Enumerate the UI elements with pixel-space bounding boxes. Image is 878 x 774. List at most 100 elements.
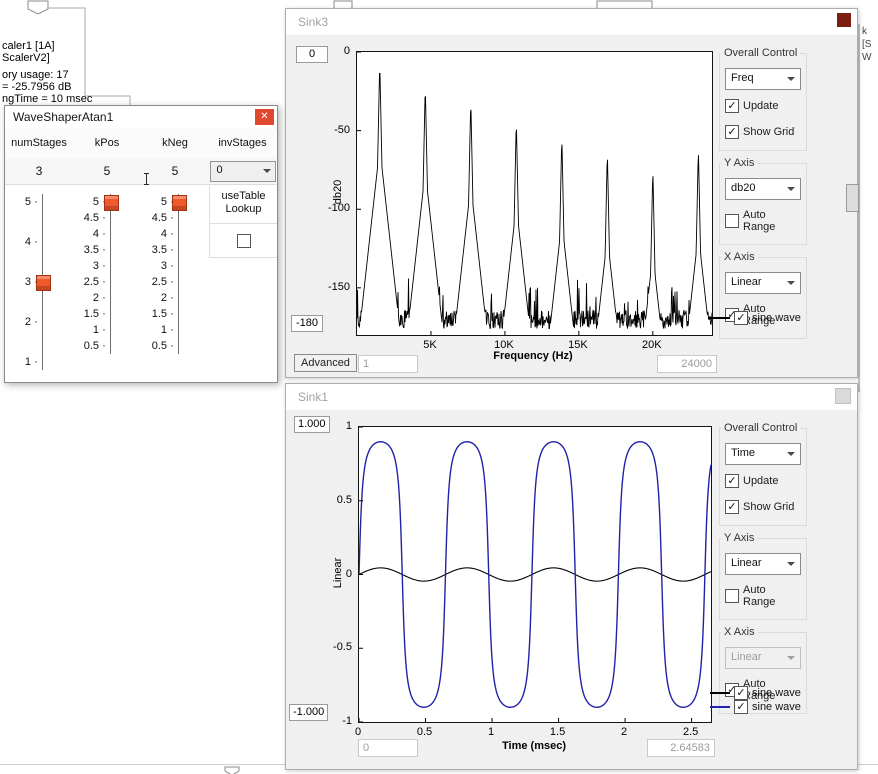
sink1-plot-area [358, 426, 712, 723]
x-tick-label: 10K [486, 339, 522, 351]
slider-tick-label: 0.5 [73, 340, 99, 352]
y-scale-dropdown[interactable]: db20 [725, 178, 801, 200]
annotation-line: ngTime = 10 msec [2, 93, 152, 105]
slider-tick-label: 2.5 [141, 276, 167, 288]
x-scale-dropdown[interactable]: Linear [725, 647, 801, 669]
annotation-line: = -25.7956 dB [2, 81, 152, 93]
x-scale-value: Linear [731, 651, 762, 663]
x-tick-label: 0 [340, 726, 376, 738]
y-auto-range-checkbox[interactable] [725, 589, 739, 603]
slider-track[interactable] [178, 194, 179, 354]
use-table-checkbox[interactable] [237, 234, 251, 248]
numstages-value-field[interactable]: 3 [5, 158, 74, 185]
show-grid-checkbox[interactable]: ✓ [725, 125, 739, 139]
slider-tick-dot: · [34, 355, 38, 367]
slider-tick-label: 3 [5, 276, 31, 288]
sink1-window-title: Sink1 [298, 390, 328, 404]
waveshaper-titlebar[interactable]: WaveShaperAtan1 ✕ [5, 106, 277, 129]
x-max-field[interactable]: 24000 [657, 355, 717, 373]
y-tick-label: -150 [318, 281, 350, 293]
kneg-value-field[interactable]: 5 [141, 158, 210, 185]
slider-tick-label: 2 [5, 316, 31, 328]
slider-tick-dot: · [102, 243, 106, 255]
y-auto-range-checkbox[interactable] [725, 214, 739, 228]
slider-track[interactable] [110, 194, 111, 354]
close-button[interactable] [835, 388, 851, 404]
slider-thumb-numStages[interactable] [36, 275, 51, 291]
legend-line-sample [710, 317, 730, 319]
show-grid-row[interactable]: ✓ Show Grid [725, 500, 801, 514]
show-grid-row[interactable]: ✓ Show Grid [725, 125, 801, 139]
slider-tick-label: 2.5 [73, 276, 99, 288]
x-tick-label: 0.5 [407, 726, 443, 738]
y-tick-label: 1 [320, 420, 352, 432]
legend-item: ✓ sine wave [710, 686, 801, 700]
slider-tick-dot: · [102, 339, 106, 351]
y-axis-group: Y Axis db20 Auto Range [719, 163, 807, 245]
update-row[interactable]: ✓ Update [725, 99, 801, 113]
domain-dropdown[interactable]: Time [725, 443, 801, 465]
update-row[interactable]: ✓ Update [725, 474, 801, 488]
update-checkbox[interactable]: ✓ [725, 474, 739, 488]
y-auto-range-row[interactable]: Auto Range [725, 209, 801, 233]
waveshaper-title: WaveShaperAtan1 [13, 110, 113, 124]
domain-dropdown[interactable]: Freq [725, 68, 801, 90]
use-table-cell [210, 224, 277, 258]
column-header-numstages: numStages [5, 128, 74, 159]
slider-tick-label: 4.5 [141, 212, 167, 224]
y-auto-range-row[interactable]: Auto Range [725, 584, 801, 608]
x-min-field[interactable]: 1 [358, 355, 418, 373]
y-min-field[interactable]: -180 [291, 315, 323, 332]
close-button[interactable] [837, 13, 851, 27]
x-tick-label: 1 [473, 726, 509, 738]
slider-thumb-kPos[interactable] [104, 195, 119, 211]
show-grid-checkbox[interactable]: ✓ [725, 500, 739, 514]
invstages-column: useTable Lookup [209, 184, 277, 258]
kpos-value-field[interactable]: 5 [73, 158, 142, 185]
legend-line-sample [710, 706, 730, 708]
y-tick-label: -50 [318, 124, 350, 136]
x-min-field[interactable]: 0 [358, 739, 418, 757]
chevron-down-icon [787, 281, 795, 285]
legend-line-sample [710, 692, 730, 694]
legend-checkbox[interactable]: ✓ [734, 686, 748, 700]
y-tick-label: 0 [320, 568, 352, 580]
sink3-titlebar[interactable]: Sink3 [286, 9, 857, 36]
chevron-down-icon [263, 169, 271, 173]
x-axis-group: X Axis Linear ✓ Auto Range [719, 257, 807, 339]
slider-tick-label: 2 [73, 292, 99, 304]
update-checkbox[interactable]: ✓ [725, 99, 739, 113]
slider-tick-dot: · [34, 195, 38, 207]
slider-tick-label: 5 [73, 196, 99, 208]
domain-dropdown-value: Freq [731, 72, 754, 84]
chevron-down-icon [787, 77, 795, 81]
slider-thumb-kNeg[interactable] [172, 195, 187, 211]
column-header-invstages: invStages [209, 128, 276, 159]
slider-tick-dot: · [170, 211, 174, 223]
x-tick-label: 20K [634, 339, 670, 351]
x-max-field[interactable]: 2.64583 [647, 739, 715, 757]
slider-tick-label: 5 [5, 196, 31, 208]
close-button[interactable]: ✕ [255, 109, 274, 125]
slider-tick-label: 1.5 [73, 308, 99, 320]
legend-label: sine wave [752, 312, 801, 324]
port-symbol-icon [224, 766, 244, 774]
slider-tick-dot: · [170, 323, 174, 335]
invstages-cell: 0 [209, 158, 276, 185]
slider-tick-dot: · [170, 339, 174, 351]
slider-tick-dot: · [34, 235, 38, 247]
x-scale-dropdown[interactable]: Linear [725, 272, 801, 294]
overall-control-group: Overall Control Time ✓ Update ✓ Show Gri… [719, 428, 807, 526]
sink1-titlebar[interactable]: Sink1 [286, 384, 857, 411]
slider-tick-label: 3.5 [141, 244, 167, 256]
slider-tick-dot: · [102, 227, 106, 239]
legend-checkbox[interactable]: ✓ [734, 311, 748, 325]
x-scale-value: Linear [731, 276, 762, 288]
slider-tick-label: 4.5 [73, 212, 99, 224]
legend-checkbox[interactable]: ✓ [734, 700, 748, 714]
port-symbol-icon [28, 1, 48, 14]
y-scale-dropdown[interactable]: Linear [725, 553, 801, 575]
sink3-window: Sink3 0 -180 db20 Frequency (Hz) Advance… [285, 8, 858, 378]
advanced-button[interactable]: Advanced [294, 354, 357, 372]
invstages-dropdown[interactable]: 0 [210, 161, 276, 182]
